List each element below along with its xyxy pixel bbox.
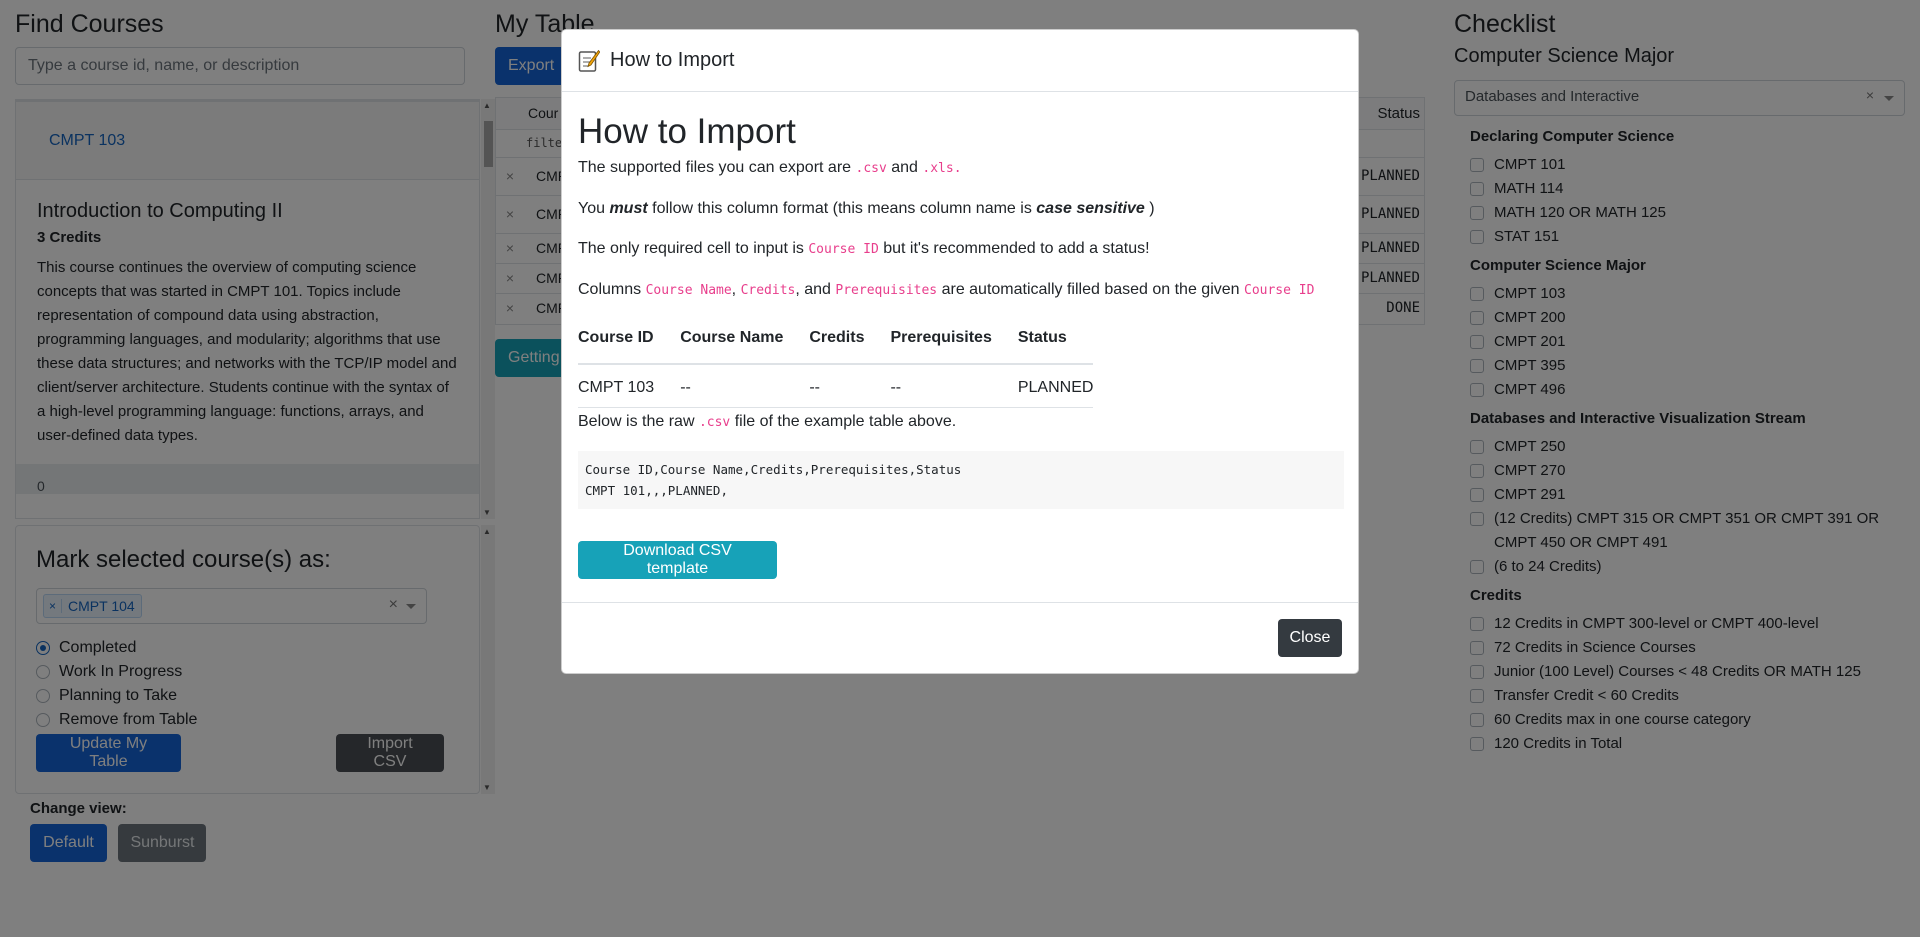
modal-footer: Close [562,602,1358,673]
column-header: Course Name [680,317,810,365]
table-cell: -- [680,364,810,408]
modal-heading: How to Import [578,112,796,151]
code-xls: .xls. [922,161,962,176]
column-header: Course ID [578,317,681,365]
text-segment: follow this column format (this means co… [647,200,1037,217]
text-segment: and [886,159,923,176]
table-cell: -- [890,364,1018,408]
code-csv: .csv [698,415,731,430]
table-cell: PLANNED [1017,364,1094,408]
text-segment: The supported files you can export are [578,159,856,176]
example-table-header: Course ID Course Name Credits Prerequisi… [578,317,1094,365]
memo-icon [578,49,601,73]
text-segment: Columns [578,281,646,298]
code-csv: .csv [855,161,887,176]
code-course-id: Course ID [808,242,879,257]
text-segment: are automatically filled based on the gi… [937,281,1244,298]
text-segment: Below is the raw [578,413,699,430]
emphasis-case-sensitive: case sensitive [1036,200,1145,217]
download-csv-template-button[interactable]: Download CSV template [578,541,777,579]
raw-csv-line: Course ID,Course Name,Credits,Prerequisi… [585,462,962,477]
column-format-text: You must follow this column format (this… [578,197,1342,221]
text-segment: but it's recommended to add a status! [878,240,1150,257]
text-segment: The only required cell to input is [578,240,809,257]
close-button[interactable]: Close [1278,619,1342,657]
required-cell-text: The only required cell to input is Cours… [578,237,1342,262]
modal-body: How to Import The supported files you ca… [562,92,1358,579]
autofill-text: Columns Course Name, Credits, and Prereq… [578,278,1342,303]
how-to-import-modal: How to Import How to Import The supporte… [561,29,1359,674]
raw-csv-line: CMPT 101,,,PLANNED, [585,483,728,498]
emphasis-must: must [609,200,648,217]
code-course-id: Course ID [1244,283,1315,298]
text-segment: file of the example table above. [730,413,957,430]
table-row: CMPT 103 -- -- -- PLANNED [578,364,1094,408]
text-segment: , and [795,281,836,298]
supported-files-text: The supported files you can export are .… [578,156,1342,181]
raw-csv-caption: Below is the raw .csv file of the exampl… [578,410,1342,435]
column-header: Prerequisites [890,317,1018,365]
code-prerequisites: Prerequisites [835,283,938,298]
modal-title: How to Import [610,49,735,71]
raw-csv-block: Course ID,Course Name,Credits,Prerequisi… [578,451,1344,509]
code-course-name: Course Name [645,283,732,298]
table-cell: CMPT 103 [578,364,681,408]
modal-header: How to Import [562,30,1358,92]
table-cell: -- [809,364,891,408]
text-segment: ) [1144,200,1155,217]
text-segment: You [578,200,610,217]
example-table: Course ID Course Name Credits Prerequisi… [578,317,1094,408]
column-header: Credits [809,317,891,365]
column-header: Status [1017,317,1094,365]
text-segment: , [731,281,741,298]
code-credits: Credits [740,283,796,298]
